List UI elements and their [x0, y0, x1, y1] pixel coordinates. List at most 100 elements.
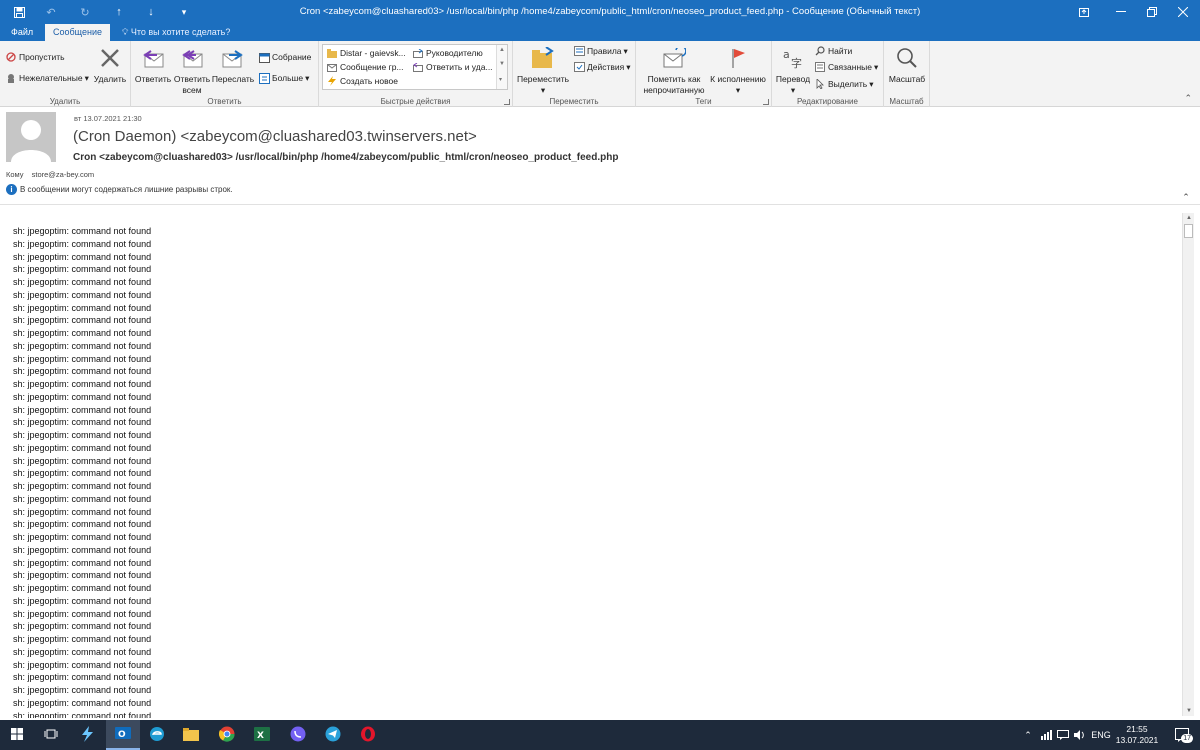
ribbon-display-options-icon[interactable]	[1069, 2, 1099, 22]
follow-up-button[interactable]: К исполнению ▾	[706, 44, 770, 96]
quick-step-item[interactable]: Distar - gaievsk...	[326, 48, 406, 58]
volume-tray-icon[interactable]	[1072, 720, 1088, 750]
restore-icon[interactable]	[1137, 2, 1167, 22]
quick-step-item[interactable]: Создать новое	[326, 76, 398, 86]
save-icon[interactable]	[10, 4, 28, 20]
taskbar-app-winamp[interactable]	[70, 720, 104, 750]
dialog-launcher-icon[interactable]	[504, 99, 510, 105]
scroll-down-icon[interactable]: ▼	[499, 61, 505, 67]
start-button[interactable]	[0, 720, 34, 750]
taskbar-app-outlook[interactable]: O	[106, 720, 140, 750]
telegram-icon	[325, 726, 341, 744]
clock[interactable]: 21:55 13.07.2021	[1112, 724, 1162, 746]
redo-icon[interactable]: ↻	[76, 4, 94, 20]
junk-button[interactable]: Нежелательные ▾	[5, 72, 89, 84]
close-icon[interactable]	[1168, 2, 1198, 22]
ribbon: Пропустить Нежелательные ▾ Удалить Удали…	[0, 41, 1200, 107]
clock-date: 13.07.2021	[1115, 735, 1159, 745]
reply-label: Ответить	[134, 74, 172, 84]
message-tray-icon[interactable]	[1055, 720, 1071, 750]
select-label: Выделить	[828, 79, 868, 89]
tab-message[interactable]: Сообщение	[45, 24, 110, 41]
ribbon-tabs: Файл Сообщение 💡︎ Что вы хотите сделать?	[0, 24, 1200, 41]
ignore-button[interactable]: Пропустить	[5, 51, 65, 63]
taskbar-app-excel[interactable]: X	[245, 720, 279, 750]
delete-button[interactable]: Удалить	[92, 44, 128, 85]
more-respond-button[interactable]: Больше ▾	[258, 72, 309, 84]
taskbar-app-edge[interactable]	[140, 720, 174, 750]
body-line: sh: jpegoptim: command not found	[13, 493, 152, 504]
taskbar-app-opera[interactable]	[351, 720, 385, 750]
quick-step-item[interactable]: Ответить и уда...	[412, 62, 493, 72]
delete-label: Удалить	[93, 74, 127, 84]
network-tray-icon[interactable]	[1038, 720, 1054, 750]
body-line: sh: jpegoptim: command not found	[13, 417, 152, 428]
rules-label: Правила	[587, 46, 622, 56]
language-indicator[interactable]: ENG	[1090, 720, 1112, 750]
move-button[interactable]: Переместить ▾	[515, 44, 571, 96]
scroll-thumb[interactable]	[1184, 224, 1193, 238]
to-label: Кому	[6, 170, 24, 179]
reply-all-button[interactable]: Ответить всем	[171, 44, 213, 96]
actions-button[interactable]: Действия ▾	[573, 61, 631, 73]
body-line: sh: jpegoptim: command not found	[13, 621, 152, 632]
body-line: sh: jpegoptim: command not found	[13, 570, 152, 581]
vertical-scrollbar[interactable]: ▲ ▼	[1182, 213, 1194, 716]
scroll-up-icon[interactable]: ▲	[1183, 213, 1195, 223]
notification-center[interactable]: 17	[1170, 720, 1196, 750]
sender[interactable]: (Cron Daemon) <zabeycom@cluashared03.twi…	[73, 128, 477, 145]
forward-button[interactable]: Переслать	[211, 44, 255, 85]
zoom-button[interactable]: Масштаб	[886, 44, 928, 85]
collapse-ribbon-icon[interactable]: ⌃	[1184, 93, 1192, 104]
chevron-down-icon: ▾	[623, 45, 628, 56]
actions-label: Действия	[587, 62, 625, 72]
taskbar-app-explorer[interactable]	[174, 720, 208, 750]
svg-text:字: 字	[791, 56, 802, 69]
body-line: sh: jpegoptim: command not found	[13, 468, 152, 479]
quick-step-item[interactable]: Руководителю	[412, 48, 483, 58]
ignore-label: Пропустить	[19, 52, 65, 62]
group-label-delete: Удалить	[49, 97, 81, 106]
task-view-button[interactable]	[34, 720, 68, 750]
minimize-icon[interactable]	[1106, 2, 1136, 22]
rules-button[interactable]: Правила ▾	[573, 45, 628, 57]
taskbar-app-chrome[interactable]	[210, 720, 244, 750]
reply-button[interactable]: Ответить	[133, 44, 173, 85]
mark-unread-button[interactable]: Пометить как непрочитанную	[638, 44, 710, 96]
show-hidden-icons[interactable]: ⌃	[1020, 720, 1036, 750]
next-item-icon[interactable]: ↓	[142, 4, 160, 20]
body-line: sh: jpegoptim: command not found	[13, 442, 152, 453]
quick-step-item[interactable]: Сообщение гр...	[326, 62, 404, 72]
scroll-up-icon[interactable]: ▲	[499, 47, 505, 53]
lightning-app-icon	[79, 726, 95, 744]
select-button[interactable]: Выделить ▾	[814, 78, 874, 90]
lightbulb-icon: 💡︎	[122, 27, 129, 37]
mark-unread-icon	[659, 44, 689, 72]
group-respond: Ответить Ответить всем Переслать Собрани…	[131, 41, 319, 107]
taskbar-app-viber[interactable]	[281, 720, 315, 750]
find-button[interactable]: Найти	[814, 45, 852, 57]
message-body: sh: jpegoptim: command not found sh: jpeg…	[0, 205, 1182, 718]
info-bar[interactable]: i В сообщении могут содержаться лишние р…	[6, 184, 233, 195]
meeting-button[interactable]: Собрание	[258, 51, 311, 63]
dialog-launcher-icon[interactable]	[763, 99, 769, 105]
customize-toolbar-icon[interactable]: ▾	[175, 4, 193, 20]
quick-steps-scroll[interactable]: ▲ ▼ ▾	[496, 45, 507, 89]
chevron-down-icon: ▾	[84, 72, 89, 83]
scroll-down-icon[interactable]: ▼	[1183, 706, 1195, 716]
tab-file[interactable]: Файл	[3, 24, 41, 41]
body-line: sh: jpegoptim: command not found	[13, 264, 152, 275]
previous-item-icon[interactable]: ↑	[110, 4, 128, 20]
to-recipient[interactable]: store@za-bey.com	[32, 170, 95, 179]
translate-button[interactable]: a字 Перевод ▾	[774, 44, 812, 96]
related-button[interactable]: Связанные ▾	[814, 61, 878, 73]
tell-me-label: Что вы хотите сделать?	[130, 27, 231, 37]
collapse-header-icon[interactable]: ⌃	[1180, 192, 1192, 202]
body-line: sh: jpegoptim: command not found	[13, 289, 152, 300]
expand-gallery-icon[interactable]: ▾	[499, 76, 502, 83]
delete-icon	[95, 44, 125, 72]
taskbar-app-telegram[interactable]	[316, 720, 350, 750]
undo-icon[interactable]: ↶	[42, 4, 60, 20]
tell-me-search[interactable]: 💡︎ Что вы хотите сделать?	[122, 24, 230, 41]
quick-steps-gallery: Distar - gaievsk... Руководителю Сообщен…	[322, 44, 508, 90]
